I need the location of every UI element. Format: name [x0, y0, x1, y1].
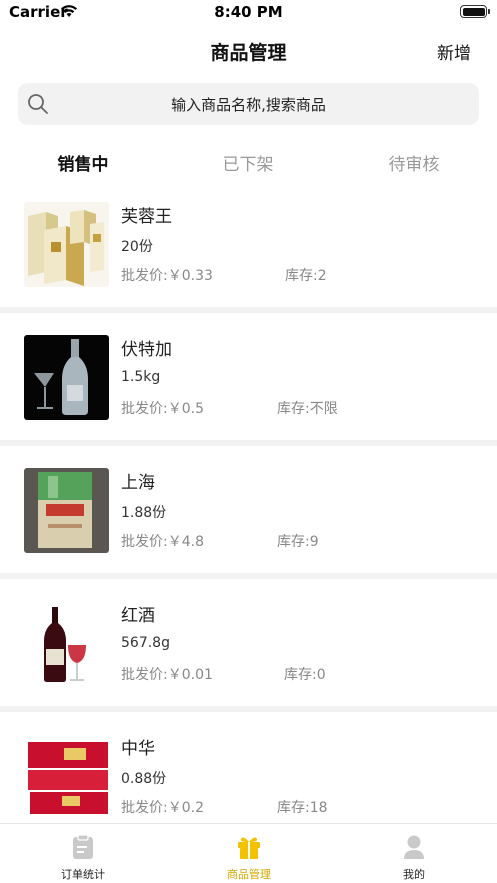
- tab-delisted[interactable]: 已下架: [188, 150, 308, 175]
- product-name: 芙蓉王: [121, 207, 172, 227]
- search-input[interactable]: 输入商品名称,搜索商品: [18, 83, 479, 125]
- product-item[interactable]: 伏特加 1.5kg 批发价:￥0.5 库存:不限: [0, 313, 497, 440]
- battery-icon: [460, 5, 490, 18]
- tab-pending-review[interactable]: 待审核: [354, 150, 474, 175]
- product-image: [24, 202, 109, 287]
- product-stock: 库存:9: [277, 534, 319, 550]
- clock: 8:40 PM: [214, 3, 283, 21]
- status-tabs: 销售中 已下架 待审核: [0, 140, 497, 184]
- product-name: 红酒: [121, 606, 155, 626]
- clipboard-icon: [73, 834, 93, 859]
- gift-icon: [238, 837, 260, 859]
- product-spec: 1.88份: [121, 505, 167, 521]
- bottom-tab-bar: 订单统计 商品管理 我的: [0, 823, 497, 883]
- product-spec: 567.8g: [121, 635, 170, 651]
- product-spec: 20份: [121, 239, 153, 255]
- product-price: 批发价:￥0.01: [121, 667, 213, 683]
- status-bar: Carrier 8:40 PM: [0, 0, 497, 26]
- product-item[interactable]: 中华 0.88份 批发价:￥0.2 库存:18: [0, 712, 497, 823]
- product-name: 中华: [121, 739, 155, 759]
- tab-label: 我的: [403, 868, 425, 881]
- add-product-button[interactable]: 新增: [437, 39, 471, 64]
- product-spec: 0.88份: [121, 771, 167, 787]
- navigation-bar: 商品管理 新增: [0, 26, 497, 76]
- product-item[interactable]: 芙蓉王 20份 批发价:￥0.33 库存:2: [0, 186, 497, 313]
- person-icon: [404, 835, 424, 859]
- product-item[interactable]: 红酒 567.8g 批发价:￥0.01 库存:0: [0, 579, 497, 706]
- product-image: [24, 468, 109, 553]
- search-placeholder: 输入商品名称,搜索商品: [171, 96, 326, 114]
- product-stock: 库存:2: [285, 268, 327, 284]
- product-price: 批发价:￥0.2: [121, 800, 204, 816]
- product-stock: 库存:不限: [277, 401, 338, 417]
- product-image: [24, 601, 109, 686]
- product-price: 批发价:￥0.5: [121, 401, 204, 417]
- tab-label: 商品管理: [227, 868, 271, 881]
- product-spec: 1.5kg: [121, 369, 161, 385]
- product-name: 上海: [121, 473, 155, 493]
- tab-product-management[interactable]: 商品管理: [166, 824, 332, 883]
- product-price: 批发价:￥0.33: [121, 268, 213, 284]
- product-price: 批发价:￥4.8: [121, 534, 204, 550]
- product-name: 伏特加: [121, 340, 172, 360]
- product-stock: 库存:18: [277, 800, 328, 816]
- product-item[interactable]: 上海 1.88份 批发价:￥4.8 库存:9: [0, 446, 497, 573]
- product-image: [24, 335, 109, 420]
- page-title: 商品管理: [210, 42, 287, 64]
- product-stock: 库存:0: [284, 667, 326, 683]
- product-image: [24, 734, 109, 819]
- tab-mine[interactable]: 我的: [331, 824, 497, 883]
- tab-label: 订单统计: [61, 868, 105, 881]
- tab-order-stats[interactable]: 订单统计: [0, 824, 166, 883]
- product-list[interactable]: 芙蓉王 20份 批发价:￥0.33 库存:2 伏特加 1.5kg 批发价:￥0.…: [0, 186, 497, 823]
- tab-on-sale[interactable]: 销售中: [23, 150, 143, 175]
